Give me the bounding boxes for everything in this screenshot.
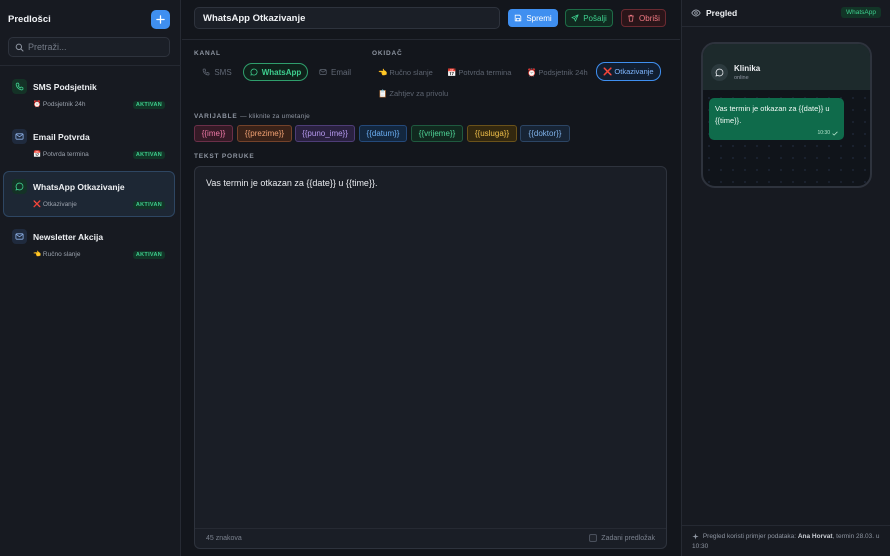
editor-footer: 45 znakova Zadani predložak	[195, 528, 666, 548]
chat-icon	[711, 64, 728, 81]
delete-button[interactable]: Obriši	[621, 9, 666, 27]
search-icon	[15, 43, 24, 52]
bubble-time: 10:30	[817, 130, 830, 136]
template-title-input[interactable]	[194, 7, 500, 29]
sidebar-title: Predlošci	[8, 14, 51, 25]
mail-icon	[12, 129, 27, 144]
sparkle-icon	[692, 533, 699, 540]
message-text[interactable]: Vas termin je otkazan za {{date}} u {{ti…	[206, 178, 377, 188]
variables-label: VARIJABLE — kliknite za umetanje	[194, 113, 310, 120]
phone-icon	[202, 68, 210, 76]
channel-email-label: Email	[330, 67, 351, 77]
trigger-consent-option[interactable]: 📋 Zahtjev za privolu	[372, 84, 454, 102]
chat-header: Klinika online	[703, 44, 870, 90]
template-trigger: ⏰ Podsjetnik 24h	[33, 101, 86, 108]
trigger-cancellation-option[interactable]: ❌ Otkazivanje	[596, 62, 661, 81]
preview-footer: Pregled koristi primjer podataka: Ana Ho…	[682, 525, 890, 556]
variable-chip-datum[interactable]: {{datum}}	[359, 125, 407, 142]
preview-title: Pregled	[706, 8, 738, 18]
eye-icon	[691, 8, 701, 18]
template-item-sms-podsjetnik[interactable]: SMS Podsjetnik ⏰ Podsjetnik 24h AKTIVAN	[3, 71, 175, 117]
channel-whatsapp-option[interactable]: WhatsApp	[243, 63, 308, 81]
variable-chip-vrijeme[interactable]: {{vrijeme}}	[411, 125, 463, 142]
save-button[interactable]: Spremi	[508, 9, 558, 27]
default-template-checkbox[interactable]: Zadani predložak	[589, 534, 655, 542]
channel-label: KANAL	[194, 50, 221, 57]
sidebar-divider	[0, 65, 181, 66]
template-trigger: ❌ Otkazivanje	[33, 201, 77, 208]
checkbox-box[interactable]	[589, 534, 598, 542]
channel-sms-option[interactable]: SMS	[196, 63, 238, 81]
template-name: WhatsApp Otkazivanje	[33, 182, 125, 192]
save-label: Spremi	[526, 13, 552, 23]
status-badge: AKTIVAN	[132, 151, 165, 159]
status-badge: AKTIVAN	[132, 101, 165, 109]
trash-icon	[627, 14, 635, 22]
template-name: Email Potvrda	[33, 132, 90, 142]
delete-label: Obriši	[639, 13, 660, 23]
mail-icon	[319, 68, 327, 76]
channel-email-option[interactable]: Email	[315, 63, 355, 81]
search-input[interactable]	[28, 42, 158, 52]
variable-chip-puno-ime[interactable]: {{puno_ime}}	[295, 125, 355, 142]
preview-footer-name: Ana Horvat	[797, 533, 833, 540]
variable-chip-prezime[interactable]: {{prezime}}	[237, 125, 292, 142]
preview-footer-prefix: Pregled koristi primjer podataka:	[702, 533, 797, 540]
chat-icon	[250, 68, 258, 76]
message-textarea[interactable]: Vas termin je otkazan za {{date}} u {{ti…	[194, 166, 667, 549]
add-template-button[interactable]	[151, 10, 170, 29]
save-icon	[514, 14, 522, 22]
chat-icon	[12, 179, 27, 194]
preview-channel-badge: WhatsApp	[841, 7, 881, 18]
check-icon	[832, 131, 838, 136]
search-box	[8, 37, 170, 57]
template-editor: Spremi Pošalji Obriši KANAL SMS WhatsApp	[182, 0, 680, 556]
template-name: Newsletter Akcija	[33, 232, 104, 242]
variable-chip-ime[interactable]: {{ime}}	[194, 125, 233, 142]
template-item-email-potvrda[interactable]: Email Potvrda 📅 Potvrda termina AKTIVAN	[3, 121, 175, 167]
templates-sidebar: Predlošci SMS Podsjetnik ⏰ Podsjetnik 24…	[0, 0, 181, 556]
variables-title: VARIJABLE	[194, 113, 238, 120]
bubble-text: Vas termin je otkazan za {{date}} u {{ti…	[715, 104, 830, 125]
contact-status: online	[734, 75, 749, 81]
template-trigger: 👈 Ručno slanje	[33, 251, 81, 258]
contact-name: Klinika	[734, 64, 761, 73]
trigger-reminder-option[interactable]: ⏰ Podsjetnik 24h	[521, 63, 594, 81]
message-bubble: Vas termin je otkazan za {{date}} u {{ti…	[709, 98, 844, 140]
mail-icon	[12, 229, 27, 244]
channel-whatsapp-label: WhatsApp	[261, 67, 302, 77]
char-count: 45 znakova	[206, 535, 242, 542]
status-badge: AKTIVAN	[132, 251, 165, 259]
variable-chip-doktor[interactable]: {{doktor}}	[520, 125, 570, 142]
variables-hint: — kliknite za umetanje	[240, 113, 310, 120]
trigger-confirmation-option[interactable]: 📅 Potvrda termina	[441, 63, 517, 81]
preview-panel: Pregled WhatsApp Klinika online Vas term…	[681, 0, 890, 556]
trigger-manual-option[interactable]: 👈 Ručno slanje	[372, 63, 439, 81]
template-item-newsletter-akcija[interactable]: Newsletter Akcija 👈 Ručno slanje AKTIVAN	[3, 221, 175, 267]
send-button[interactable]: Pošalji	[565, 9, 613, 27]
status-badge: AKTIVAN	[132, 201, 165, 209]
editor-toolbar: Spremi Pošalji Obriši	[182, 0, 680, 40]
plus-icon	[156, 15, 165, 24]
phone-icon	[12, 79, 27, 94]
channel-sms-label: SMS	[214, 67, 232, 77]
template-name: SMS Podsjetnik	[33, 82, 97, 92]
variable-chip-usluga[interactable]: {{usluga}}	[467, 125, 517, 142]
default-template-label: Zadani predložak	[601, 534, 655, 542]
phone-mockup: Klinika online Vas termin je otkazan za …	[701, 42, 872, 188]
send-label: Pošalji	[583, 13, 607, 23]
preview-header: Pregled WhatsApp	[682, 0, 890, 27]
send-icon	[571, 14, 579, 22]
bubble-timestamp: 10:30	[817, 130, 838, 136]
message-text-label: TEKST PORUKE	[194, 153, 255, 160]
template-item-whatsapp-otkazivanje[interactable]: WhatsApp Otkazivanje ❌ Otkazivanje AKTIV…	[3, 171, 175, 217]
trigger-label: OKIDAČ	[372, 50, 403, 57]
template-trigger: 📅 Potvrda termina	[33, 151, 89, 158]
